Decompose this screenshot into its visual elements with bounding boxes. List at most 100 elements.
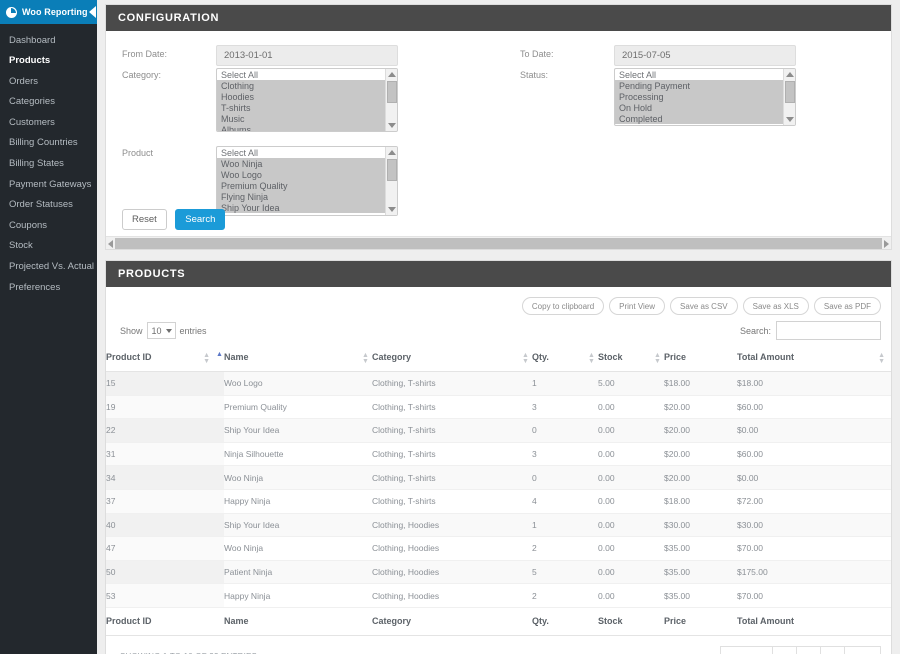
from-date-input[interactable]: [216, 45, 398, 66]
table-row[interactable]: 19 Premium Quality Clothing, T-shirts 3 0.00…: [106, 395, 891, 420]
sort-icon[interactable]: ▲ ▼: [203, 352, 210, 365]
cell-name: Happy Ninja: [224, 583, 372, 608]
pagination-2[interactable]: 2: [797, 645, 821, 654]
scroll-thumb[interactable]: [785, 81, 795, 103]
sort-icon[interactable]: ▲ ▼: [522, 352, 529, 365]
status-listbox[interactable]: Select All Pending Payment Processing On Ho…: [614, 68, 796, 126]
list-option[interactable]: Processing: [615, 91, 795, 102]
cell-name: Ship Your Idea: [224, 418, 372, 443]
list-option[interactable]: Albums: [217, 124, 397, 131]
sort-icon[interactable]: ▲ ▼: [878, 352, 885, 365]
sidebar-item-preferences[interactable]: Preferences: [0, 277, 97, 298]
collapse-arrow-icon[interactable]: [89, 6, 96, 18]
table-row[interactable]: 15 Woo Logo Clothing, T-shirts 1 5.00 $18.00 $…: [106, 371, 891, 396]
table-row[interactable]: 37 Happy Ninja Clothing, T-shirts 4 0.00 $18.…: [106, 489, 891, 514]
product-listbox[interactable]: Select All Woo Ninja Woo Logo Premium Quali…: [216, 146, 398, 216]
table-row[interactable]: 34 Woo Ninja Clothing, T-shirts 0 0.00 $20.00…: [106, 465, 891, 490]
sidebar-item-coupons[interactable]: Coupons: [0, 215, 97, 236]
configuration-horizontal-scrollbar[interactable]: [106, 236, 891, 249]
column-header-category[interactable]: ▲ ▼ Category: [362, 344, 532, 372]
table-row[interactable]: 47 Woo Ninja Clothing, Hoodies 2 0.00 $35.00 $…: [106, 536, 891, 561]
cell-name: Ninja Silhouette: [224, 442, 372, 467]
product-scrollbar[interactable]: [385, 147, 397, 215]
column-header-total-amount[interactable]: Total Amount ▲ ▼: [737, 344, 891, 372]
sidebar-item-products[interactable]: Products: [0, 51, 97, 72]
list-option[interactable]: Pending Payment: [615, 80, 795, 91]
sidebar-item-dashboard[interactable]: Dashboard: [0, 30, 97, 51]
cell-qty: 0: [532, 418, 598, 443]
pagination: Previous123Next: [720, 645, 881, 654]
list-option[interactable]: Select All: [217, 147, 397, 158]
list-option[interactable]: Music: [217, 113, 397, 124]
list-option[interactable]: Ship Your Idea: [217, 202, 397, 213]
status-scrollbar[interactable]: [783, 69, 795, 125]
search-button[interactable]: Search: [175, 209, 226, 231]
cell-id: 31: [106, 442, 224, 467]
save-as-xls-button[interactable]: Save as XLS: [742, 297, 809, 315]
list-option[interactable]: Hoodies: [217, 91, 397, 102]
sidebar-item-customers[interactable]: Customers: [0, 112, 97, 133]
list-option[interactable]: Woo Logo: [217, 169, 397, 180]
search-input[interactable]: [776, 321, 881, 340]
status-control: Select All Pending Payment Processing On Ho…: [614, 68, 796, 126]
scroll-up-icon[interactable]: [388, 72, 396, 77]
table-row[interactable]: 50 Patient Ninja Clothing, Hoodies 5 0.00 $35…: [106, 560, 891, 585]
sort-icon[interactable]: ▲ ▼: [362, 352, 369, 365]
column-header-price[interactable]: ▲ ▼ Price: [654, 344, 737, 372]
sidebar-item-categories[interactable]: Categories: [0, 92, 97, 113]
sidebar-item-billing-states[interactable]: Billing States: [0, 153, 97, 174]
cell-stock: 0.00: [598, 489, 664, 514]
table-row[interactable]: 31 Ninja Silhouette Clothing, T-shirts 3 0.0…: [106, 442, 891, 467]
pagination-next[interactable]: Next: [844, 645, 881, 654]
reset-button[interactable]: Reset: [122, 209, 167, 231]
category-scrollbar[interactable]: [385, 69, 397, 131]
list-option[interactable]: Woo Ninja: [217, 158, 397, 169]
list-option[interactable]: Clothing: [217, 80, 397, 91]
column-header-product-id[interactable]: Product ID ▲ ▼: [106, 344, 224, 372]
list-option[interactable]: Select All: [615, 69, 795, 80]
scroll-down-icon[interactable]: [388, 207, 396, 212]
scroll-left-icon[interactable]: [108, 240, 113, 248]
list-option[interactable]: Completed: [615, 113, 795, 124]
table-row[interactable]: 53 Happy Ninja Clothing, Hoodies 2 0.00 $35.0…: [106, 583, 891, 608]
product-label: Product: [122, 148, 154, 158]
table-row[interactable]: 40 Ship Your Idea Clothing, Hoodies 1 0.00 $3…: [106, 513, 891, 538]
sidebar-item-stock[interactable]: Stock: [0, 236, 97, 257]
list-option[interactable]: T-shirts: [217, 102, 397, 113]
column-header-name[interactable]: ▲ Name: [216, 344, 372, 372]
sidebar-item-order-statuses[interactable]: Order Statuses: [0, 195, 97, 216]
list-option[interactable]: Flying Ninja: [217, 191, 397, 202]
scroll-down-icon[interactable]: [786, 117, 794, 122]
copy-to-clipboard-button[interactable]: Copy to clipboard: [521, 297, 605, 315]
scroll-thumb[interactable]: [387, 159, 397, 181]
scroll-up-icon[interactable]: [388, 150, 396, 155]
scroll-up-icon[interactable]: [786, 72, 794, 77]
pagination-previous[interactable]: Previous: [720, 645, 774, 654]
sort-icon[interactable]: ▲ ▼: [654, 352, 661, 365]
scroll-down-icon[interactable]: [388, 123, 396, 128]
scroll-thumb[interactable]: [387, 81, 397, 103]
sort-icon[interactable]: ▲ ▼: [588, 352, 595, 365]
pagination-1[interactable]: 1: [773, 645, 798, 654]
category-listbox[interactable]: Select All Clothing Hoodies T-shirts Music Al…: [216, 68, 398, 132]
save-as-csv-button[interactable]: Save as CSV: [670, 297, 738, 315]
save-as-pdf-button[interactable]: Save as PDF: [813, 297, 881, 315]
print-view-button[interactable]: Print View: [609, 297, 666, 315]
scroll-right-icon[interactable]: [884, 240, 889, 248]
sort-icon[interactable]: ▲: [216, 351, 223, 358]
cell-stock: 0.00: [598, 418, 664, 443]
scroll-thumb[interactable]: [115, 238, 882, 249]
entries-label: entries: [179, 325, 207, 336]
table-row[interactable]: 22 Ship Your Idea Clothing, T-shirts 0 0.00 $…: [106, 418, 891, 443]
pagination-3[interactable]: 3: [820, 645, 845, 654]
sidebar-item-orders[interactable]: Orders: [0, 71, 97, 92]
page-length-select[interactable]: 10: [146, 322, 176, 339]
sidebar-item-projected-vs-actual[interactable]: Projected Vs. Actual: [0, 256, 97, 277]
sidebar-item-payment-gateways[interactable]: Payment Gateways: [0, 174, 97, 195]
sidebar-item-billing-countries[interactable]: Billing Countries: [0, 133, 97, 154]
brand-header[interactable]: Woo Reporting: [0, 0, 97, 24]
to-date-input[interactable]: [614, 45, 796, 66]
list-option[interactable]: Premium Quality: [217, 180, 397, 191]
list-option[interactable]: On Hold: [615, 102, 795, 113]
list-option[interactable]: Select All: [217, 69, 397, 80]
